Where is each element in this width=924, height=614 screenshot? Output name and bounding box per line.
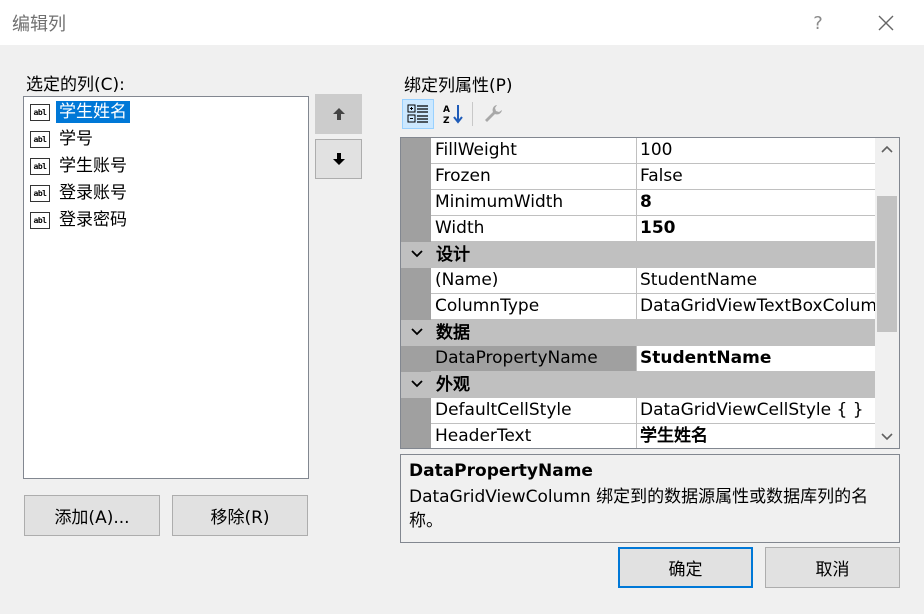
move-up-button[interactable] [315, 94, 362, 134]
property-row[interactable]: FillWeight 100 [401, 138, 875, 164]
title-bar: 编辑列 ? [0, 0, 924, 45]
help-icon: ? [813, 12, 823, 34]
row-gutter [401, 164, 431, 190]
description-title: DataPropertyName [409, 461, 593, 481]
row-gutter [401, 216, 431, 242]
list-item[interactable]: abl 学生姓名 [30, 100, 130, 124]
scrollbar-thumb[interactable] [877, 196, 897, 332]
scroll-up-button[interactable] [875, 138, 899, 162]
property-grid[interactable]: FillWeight 100 Frozen False MinimumWidth… [400, 137, 900, 449]
property-name: DefaultCellStyle [431, 398, 636, 423]
svg-text:Z: Z [443, 116, 450, 126]
list-item[interactable]: abl 登录账号 [30, 181, 130, 205]
list-item-label: 登录密码 [59, 210, 127, 230]
vertical-scrollbar[interactable] [875, 138, 899, 448]
chevron-down-icon[interactable] [409, 324, 425, 340]
chevron-up-icon [881, 145, 893, 153]
category-design[interactable]: 设计 [401, 242, 875, 268]
arrow-down-icon [332, 153, 345, 165]
help-button[interactable]: ? [798, 8, 838, 38]
categorized-icon [407, 104, 428, 123]
alphabetical-sort-icon: A Z [443, 105, 463, 126]
textbox-icon: abl [30, 211, 50, 229]
categorized-button[interactable] [402, 99, 434, 129]
property-value[interactable]: 150 [637, 216, 875, 241]
row-gutter [401, 424, 431, 448]
ok-button[interactable]: 确定 [618, 547, 753, 588]
row-gutter [401, 346, 431, 372]
chevron-down-icon[interactable] [409, 376, 425, 392]
list-item-label: 学生账号 [59, 156, 127, 176]
list-item[interactable]: abl 登录密码 [30, 208, 130, 232]
property-value[interactable]: DataGridViewTextBoxColumn [637, 294, 875, 319]
toolbar-separator [472, 102, 473, 126]
property-name: ColumnType [431, 294, 636, 319]
arrow-up-icon [332, 108, 345, 120]
textbox-icon: abl [30, 184, 50, 202]
property-value[interactable]: 8 [637, 190, 875, 215]
add-button[interactable]: 添加(A)... [24, 495, 160, 536]
property-value[interactable]: StudentName [637, 268, 875, 293]
scroll-down-button[interactable] [875, 424, 899, 448]
row-gutter [401, 294, 431, 320]
move-down-button[interactable] [315, 139, 362, 179]
property-value[interactable]: False [637, 164, 875, 189]
property-name: DataPropertyName [431, 346, 636, 371]
property-pages-button[interactable] [477, 99, 509, 129]
property-row[interactable]: Frozen False [401, 164, 875, 190]
description-pane: DataPropertyName DataGridViewColumn 绑定到的… [400, 454, 900, 543]
textbox-icon: abl [30, 103, 50, 121]
list-item-label: 学号 [59, 129, 93, 149]
row-gutter [401, 138, 431, 164]
wrench-icon [485, 105, 502, 122]
list-item-label: 登录账号 [59, 183, 127, 203]
property-name: FillWeight [431, 138, 636, 163]
row-gutter [401, 190, 431, 216]
category-appearance[interactable]: 外观 [401, 372, 875, 398]
property-row[interactable]: MinimumWidth 8 [401, 190, 875, 216]
close-button[interactable] [866, 8, 906, 38]
cancel-button[interactable]: 取消 [765, 547, 900, 588]
property-row[interactable]: DefaultCellStyle DataGridViewCellStyle {… [401, 398, 875, 424]
property-row-selected[interactable]: DataPropertyName StudentName [401, 346, 875, 372]
chevron-down-icon[interactable] [409, 246, 425, 262]
property-value[interactable]: DataGridViewCellStyle { } [637, 398, 875, 423]
svg-text:A: A [443, 105, 450, 115]
list-item-label: 学生姓名 [56, 101, 130, 123]
property-row[interactable]: ColumnType DataGridViewTextBoxColumn [401, 294, 875, 320]
window-title: 编辑列 [12, 14, 66, 35]
textbox-icon: abl [30, 130, 50, 148]
property-value[interactable]: 学生姓名 [637, 424, 875, 448]
chevron-down-icon [881, 433, 893, 441]
property-name: Frozen [431, 164, 636, 189]
property-value[interactable]: StudentName [637, 346, 875, 371]
list-item[interactable]: abl 学生账号 [30, 154, 130, 178]
remove-button[interactable]: 移除(R) [172, 495, 308, 536]
selected-columns-label: 选定的列(C): [26, 75, 125, 95]
list-item[interactable]: abl 学号 [30, 127, 96, 151]
property-name: (Name) [431, 268, 636, 293]
bound-properties-label: 绑定列属性(P) [404, 76, 513, 96]
alphabetical-button[interactable]: A Z [437, 99, 469, 129]
category-label: 数据 [436, 323, 470, 343]
close-icon [878, 15, 894, 31]
category-data[interactable]: 数据 [401, 320, 875, 346]
textbox-icon: abl [30, 157, 50, 175]
description-text: DataGridViewColumn 绑定到的数据源属性或数据库列的名称。 [409, 487, 869, 531]
selected-columns-list[interactable]: abl 学生姓名 abl 学号 abl 学生账号 abl 登录账号 abl 登录… [23, 96, 309, 479]
property-name: MinimumWidth [431, 190, 636, 215]
property-name: HeaderText [431, 424, 636, 448]
category-label: 外观 [436, 375, 470, 395]
property-row[interactable]: HeaderText 学生姓名 [401, 424, 875, 448]
category-label: 设计 [436, 245, 470, 265]
property-value[interactable]: 100 [637, 138, 875, 163]
property-row[interactable]: Width 150 [401, 216, 875, 242]
property-name: Width [431, 216, 636, 241]
row-gutter [401, 398, 431, 424]
property-row[interactable]: (Name) StudentName [401, 268, 875, 294]
row-gutter [401, 268, 431, 294]
